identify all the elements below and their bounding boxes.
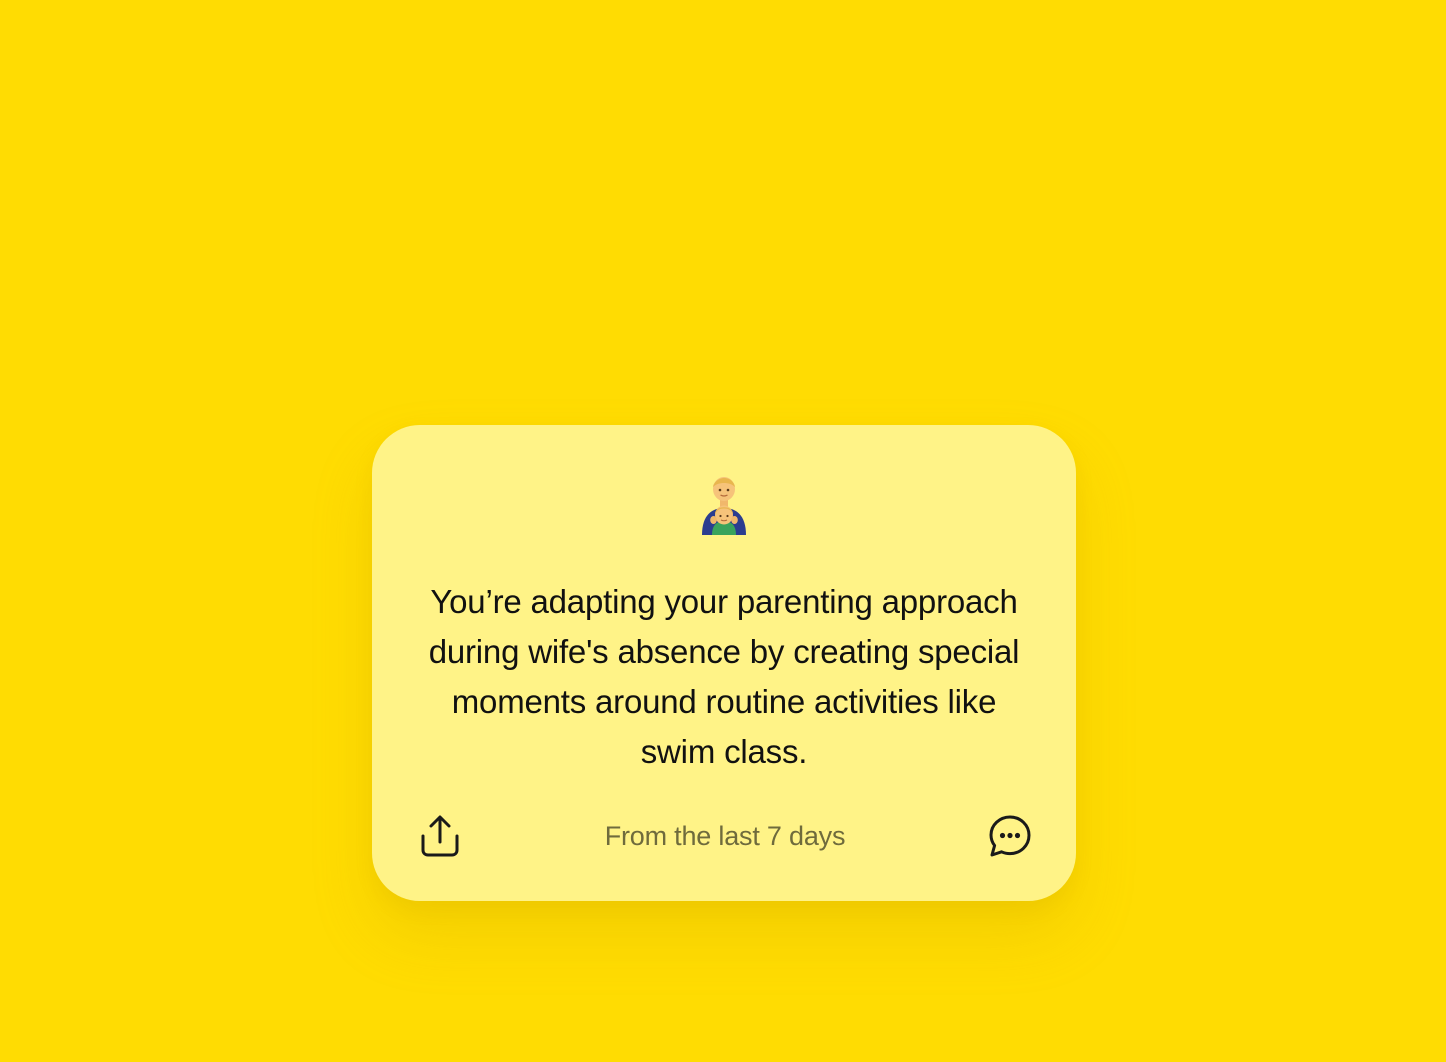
parent-with-child-emoji-icon	[372, 475, 1076, 545]
card-footer: From the last 7 days	[416, 810, 1034, 862]
share-upload-icon	[421, 815, 459, 857]
parent-with-child-emoji-svg	[702, 477, 746, 535]
insight-card: You’re adapting your parenting approach …	[372, 425, 1076, 901]
chat-button[interactable]	[986, 812, 1034, 860]
timeframe-label: From the last 7 days	[604, 820, 846, 851]
share-button[interactable]	[416, 812, 464, 860]
chat-bubble-ellipsis-icon	[989, 815, 1031, 857]
insight-text: You’re adapting your parenting approach …	[428, 583, 1020, 770]
